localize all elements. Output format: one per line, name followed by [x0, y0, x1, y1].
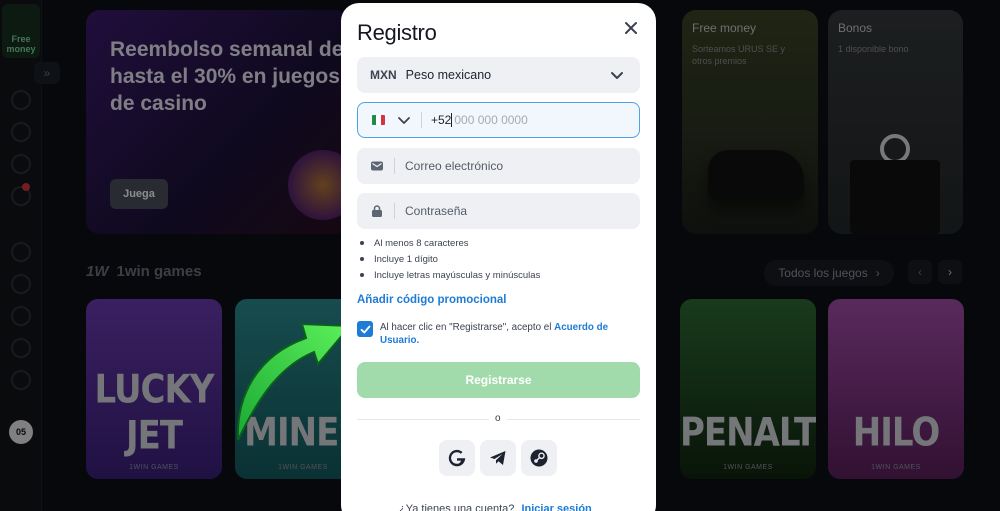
- login-prompt: ¿Ya tienes una cuenta? Iniciar sesión: [399, 503, 592, 511]
- modal-title: Registro: [357, 20, 437, 45]
- steam-login-button[interactable]: [521, 440, 557, 476]
- currency-select[interactable]: MXN Peso mexicano: [357, 57, 640, 93]
- text-caret: [451, 113, 453, 127]
- currency-code: MXN: [370, 68, 397, 82]
- divider: [421, 112, 422, 128]
- mexico-flag-icon[interactable]: [372, 115, 385, 125]
- password-input[interactable]: [405, 204, 625, 218]
- add-promo-code-link[interactable]: Añadir código promocional: [357, 294, 507, 306]
- terms-checkbox[interactable]: [357, 321, 373, 337]
- google-icon: [448, 449, 466, 467]
- chevron-down-icon[interactable]: [397, 113, 411, 127]
- green-arrow-pointer: [236, 322, 353, 441]
- chevron-down-icon: [611, 72, 623, 79]
- consent-label: Al hacer clic en "Registrarse", acepto e…: [380, 322, 552, 333]
- password-rule: Al menos 8 caracteres: [360, 235, 540, 251]
- google-login-button[interactable]: [439, 440, 475, 476]
- close-icon[interactable]: [620, 17, 642, 39]
- register-button[interactable]: Registrarse: [357, 362, 640, 398]
- telegram-login-button[interactable]: [480, 440, 516, 476]
- password-rules: Al menos 8 caracteres Incluye 1 dígito I…: [360, 235, 540, 283]
- registration-modal: Registro MXN Peso mexicano +52 Al menos …: [341, 3, 656, 511]
- login-link[interactable]: Iniciar sesión: [521, 503, 591, 511]
- phone-field[interactable]: +52: [357, 102, 640, 138]
- telegram-icon: [490, 451, 506, 465]
- email-input[interactable]: [405, 159, 625, 173]
- login-prompt-text: ¿Ya tienes una cuenta?: [399, 503, 515, 511]
- consent-text: Al hacer clic en "Registrarse", acepto e…: [380, 321, 640, 347]
- lock-icon: [372, 205, 382, 217]
- password-rule: Incluye 1 dígito: [360, 251, 540, 267]
- steam-icon: [530, 449, 548, 467]
- divider: [394, 203, 395, 219]
- currency-name: Peso mexicano: [405, 68, 492, 82]
- mail-icon: [371, 161, 383, 171]
- divider: [394, 158, 395, 174]
- checkmark-icon: [360, 325, 370, 333]
- email-field[interactable]: [357, 148, 640, 184]
- terms-consent: Al hacer clic en "Registrarse", acepto e…: [357, 321, 640, 347]
- phone-country-code: +52: [431, 113, 452, 127]
- divider-or: o: [489, 413, 507, 424]
- phone-input[interactable]: [454, 113, 625, 127]
- password-field[interactable]: [357, 193, 640, 229]
- password-rule: Incluye letras mayúsculas y minúsculas: [360, 267, 540, 283]
